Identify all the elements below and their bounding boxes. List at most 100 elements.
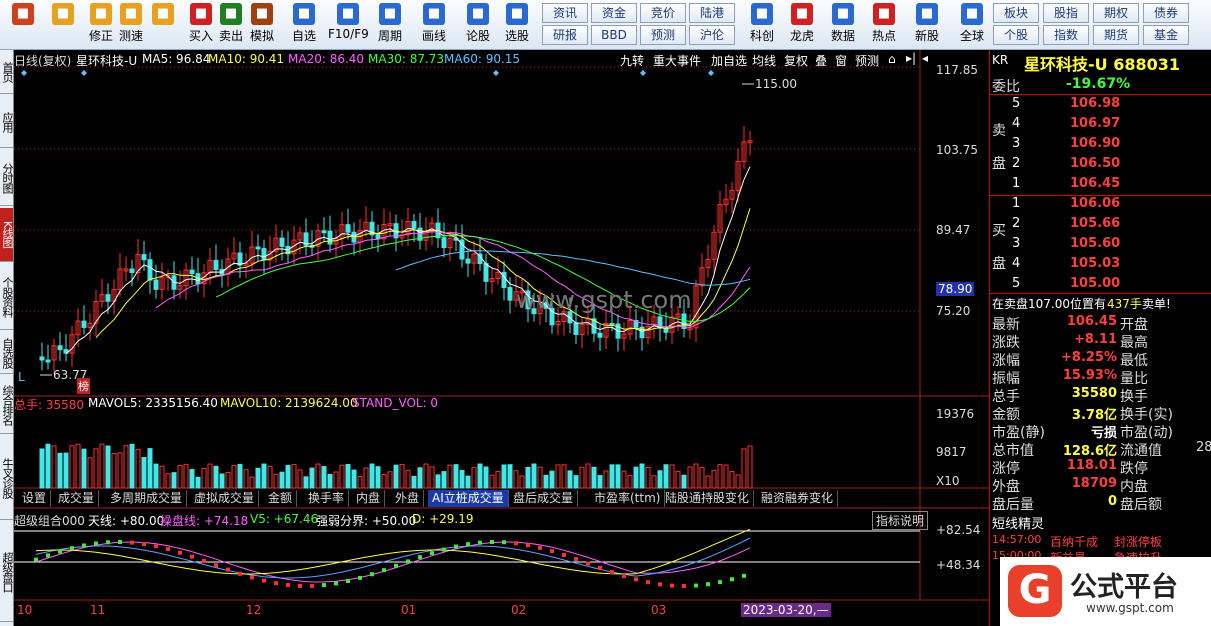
chart-button[interactable]: 叠 xyxy=(815,52,827,69)
hammer-toolbar-button[interactable]: ■ 模拟 xyxy=(246,2,278,48)
event-diamond-icon[interactable] xyxy=(21,70,27,76)
left-tab[interactable]: 牛叉诊股 xyxy=(0,436,13,520)
toolbar-small-button[interactable]: BBD xyxy=(591,25,637,45)
sell-price[interactable]: 106.98 xyxy=(1070,96,1120,111)
indicator-tab[interactable]: 成交量 xyxy=(54,490,100,507)
pin-icon[interactable]: ▸| xyxy=(906,51,916,65)
indicator-tab[interactable]: 金额 xyxy=(264,490,298,507)
chart-button[interactable]: 复权 xyxy=(784,52,808,69)
event-diamond-icon[interactable] xyxy=(640,70,646,76)
left-tab[interactable]: 首页 xyxy=(0,50,13,94)
toolbar-right-button[interactable]: 债券 xyxy=(1143,3,1189,23)
f10-toolbar-button[interactable]: ■ F10/F9 xyxy=(328,2,369,48)
left-tab[interactable]: 应用 xyxy=(0,96,13,148)
indicator-tab[interactable]: 融资融券变化 xyxy=(757,490,839,507)
chart-button[interactable]: 九转 xyxy=(620,52,644,69)
event-diamond-icon[interactable] xyxy=(493,70,499,76)
sell-toolbar-button[interactable]: ■ 卖出 xyxy=(216,2,246,48)
toolbar-right-button[interactable]: 个股 xyxy=(993,25,1039,45)
toolbar-right-button[interactable]: 股指 xyxy=(1043,3,1089,23)
sell-price[interactable]: 106.90 xyxy=(1070,136,1120,151)
toolbar-small-button[interactable]: 沪伦 xyxy=(689,25,735,45)
kechuang-toolbar-button[interactable]: ■ 科创 xyxy=(744,2,780,48)
volume-bar xyxy=(147,448,153,489)
volume-bar xyxy=(201,467,207,489)
clock-toolbar-button[interactable]: ■ xyxy=(148,2,178,48)
sell-price[interactable]: 106.97 xyxy=(1070,116,1120,131)
pencil-toolbar-button[interactable]: ■ 画线 xyxy=(414,2,454,48)
indicator-marker xyxy=(694,583,698,588)
pe-toolbar-button[interactable]: ■ 数据 xyxy=(824,2,862,48)
gauge-toolbar-button[interactable]: ■ 测速 xyxy=(116,2,146,48)
period-toolbar-button[interactable]: ■ 周期 xyxy=(370,2,410,48)
discuss-toolbar-button[interactable]: ■ 论股 xyxy=(460,2,496,48)
kline-chart-svg[interactable] xyxy=(14,50,989,626)
buy-price[interactable]: 105.03 xyxy=(1070,256,1120,271)
event-diamond-icon[interactable] xyxy=(708,70,714,76)
back-arrow-toolbar-button[interactable]: ■ xyxy=(46,2,80,48)
indicator-tab[interactable]: 设置 xyxy=(18,490,52,507)
left-tab[interactable]: 综合排名 xyxy=(0,376,13,434)
toolbar-small-button[interactable]: 预测 xyxy=(640,25,686,45)
dragon-tiger-toolbar-button[interactable]: ■ 龙虎 xyxy=(784,2,820,48)
left-tab[interactable]: 自选股 xyxy=(0,332,13,374)
left-tab[interactable]: K线图 xyxy=(0,208,13,262)
indicator-tab[interactable]: 内盘 xyxy=(352,490,386,507)
pick-stock-toolbar-button[interactable]: ■ 选股 xyxy=(498,2,536,48)
toolbar-button-label: 论股 xyxy=(465,29,490,43)
ind-axis-82: +82.54 xyxy=(936,523,981,537)
left-tab[interactable]: 个股资料 xyxy=(0,264,13,330)
indicator-tab[interactable]: 虚拟成交量 xyxy=(190,490,260,507)
buy-price[interactable]: 105.00 xyxy=(1070,276,1120,291)
buy-toolbar-button[interactable]: ■ 买入 xyxy=(186,2,216,48)
toolbar-right-button[interactable]: 期权 xyxy=(1093,3,1139,23)
chart-button[interactable]: 窗 xyxy=(835,52,847,69)
event-diamond-icon[interactable] xyxy=(81,70,87,76)
chart-button[interactable]: 预测 xyxy=(855,52,879,69)
toolbar-small-button[interactable]: 竞价 xyxy=(640,3,686,23)
short-stock[interactable]: 百纳千成 xyxy=(1050,533,1098,550)
indicator-tab[interactable]: 市盈率(ttm) xyxy=(590,490,666,507)
indicator-tab[interactable]: 多周期成交量 xyxy=(106,490,188,507)
toolbar-small-button[interactable]: 研报 xyxy=(542,25,588,45)
toolbar-right-button[interactable]: 基金 xyxy=(1143,25,1189,45)
stat-value: 35580 xyxy=(1071,386,1117,401)
chart-button[interactable]: 重大事件 xyxy=(653,52,701,69)
indicator-marker xyxy=(166,547,170,552)
toolbar-small-button[interactable]: 陆港 xyxy=(689,3,735,23)
buy-price[interactable]: 105.66 xyxy=(1070,216,1120,231)
buy-price[interactable]: 106.06 xyxy=(1070,196,1120,211)
toolbar-button-label: 画线 xyxy=(421,29,446,43)
close-icon[interactable]: ◂ xyxy=(922,51,928,65)
hot-toolbar-button[interactable]: ■ 热点 xyxy=(866,2,902,48)
star-folder-toolbar-button[interactable]: ■ 自选 xyxy=(284,2,324,48)
toolbar-small-button[interactable]: 资金 xyxy=(591,3,637,23)
indicator-tab[interactable]: 外盘 xyxy=(391,490,425,507)
ipo-toolbar-button[interactable]: ■ 新股 xyxy=(908,2,946,48)
chart-button[interactable]: 加自选 xyxy=(711,52,747,69)
left-tab[interactable]: 超级盘口 xyxy=(0,522,13,622)
indicator-tab[interactable]: 陆股通持股变化 xyxy=(661,490,755,507)
bang-badge[interactable]: 榜 xyxy=(77,378,90,394)
toolbar-right-button[interactable]: 指数 xyxy=(1043,25,1089,45)
globe-toolbar-button[interactable]: ■ 全球 xyxy=(954,2,990,48)
grid-toolbar-button[interactable]: ■ xyxy=(8,2,38,48)
updown-arrows-toolbar-button[interactable]: ■ 修正 xyxy=(86,2,116,48)
indicator-tab[interactable]: 换手率 xyxy=(304,490,350,507)
chart-button[interactable]: 均线 xyxy=(752,52,776,69)
buy-price[interactable]: 105.60 xyxy=(1070,236,1120,251)
volume-bar xyxy=(195,476,201,489)
stat-value: 18709 xyxy=(1071,476,1117,491)
toolbar-right-button[interactable]: 期货 xyxy=(1093,25,1139,45)
volume-bar xyxy=(285,464,291,489)
indicator-help-button[interactable]: 指标说明 xyxy=(872,511,929,530)
indicator-tab[interactable]: 盘后成交量 xyxy=(509,490,579,507)
indicator-tab[interactable]: AI立桩成交量 xyxy=(428,490,509,507)
sell-price[interactable]: 106.50 xyxy=(1070,156,1120,171)
lock-icon[interactable]: ⌂ xyxy=(888,52,896,66)
sell-price[interactable]: 106.45 xyxy=(1070,176,1120,191)
candle-body xyxy=(213,259,219,270)
toolbar-small-button[interactable]: 资讯 xyxy=(542,3,588,23)
left-tab[interactable]: 分时图 xyxy=(0,150,13,206)
toolbar-right-button[interactable]: 板块 xyxy=(993,3,1039,23)
